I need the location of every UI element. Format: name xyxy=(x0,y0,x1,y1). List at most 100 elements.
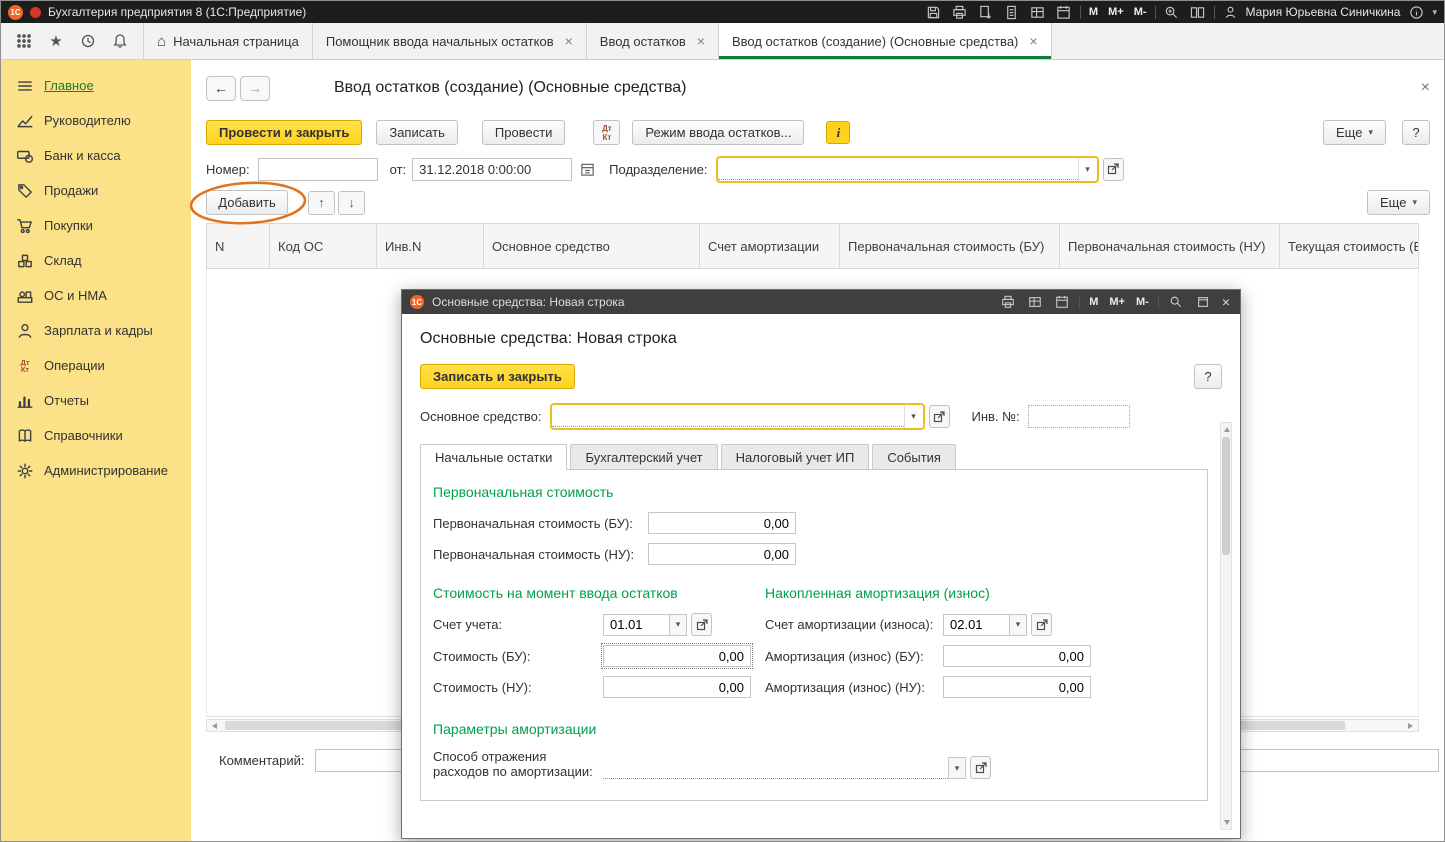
forward-button[interactable]: → xyxy=(240,75,270,101)
sidebar-item-administrirovanie[interactable]: Администрирование xyxy=(1,453,191,488)
zoom-icon[interactable] xyxy=(1162,3,1182,21)
write-button[interactable]: Записать xyxy=(376,120,458,145)
column-header-schet-amortizacii[interactable]: Счет амортизации xyxy=(700,224,840,269)
table-icon[interactable] xyxy=(1025,293,1045,311)
account-input[interactable] xyxy=(603,613,669,636)
tab-balances-entry-create[interactable]: Ввод остатков (создание) (Основные средс… xyxy=(718,23,1052,59)
maximize-icon[interactable] xyxy=(1193,293,1213,311)
department-combo[interactable]: ▾ xyxy=(715,155,1099,183)
asset-input[interactable] xyxy=(551,406,904,427)
history-icon[interactable] xyxy=(75,28,101,54)
dropdown-arrow-icon[interactable]: ▾ xyxy=(948,757,966,779)
scroll-down-icon[interactable] xyxy=(1223,820,1230,825)
scale-m-button[interactable]: M xyxy=(1087,6,1100,18)
sidebar-item-pokupki[interactable]: Покупки xyxy=(1,208,191,243)
dialog-help-button[interactable]: ? xyxy=(1194,364,1222,389)
tab-buhgalterskij-uchet[interactable]: Бухгалтерский учет xyxy=(570,444,718,469)
initial-cost-nu-input[interactable] xyxy=(648,543,796,565)
depreciation-account-input[interactable] xyxy=(943,613,1009,636)
method-open-button[interactable] xyxy=(970,756,991,779)
sidebar-item-operacii[interactable]: Дт Кт Операции xyxy=(1,348,191,383)
date-input[interactable] xyxy=(412,157,573,181)
asset-combo[interactable]: ▾ xyxy=(549,403,925,430)
save-icon[interactable] xyxy=(924,3,944,21)
sidebar-item-zarplata-kadry[interactable]: Зарплата и кадры xyxy=(1,313,191,348)
add-row-button[interactable]: Добавить xyxy=(206,190,288,215)
depreciation-bu-input[interactable] xyxy=(943,645,1091,667)
column-header-kod-os[interactable]: Код ОС xyxy=(270,224,377,269)
vertical-scrollbar[interactable] xyxy=(1220,422,1232,830)
account-open-button[interactable] xyxy=(691,613,712,636)
move-down-button[interactable]: ↓ xyxy=(338,190,365,215)
chevron-down-icon[interactable]: ▾ xyxy=(1432,7,1437,18)
tab-nalogovyj-uchet-ip[interactable]: Налоговый учет ИП xyxy=(720,444,870,469)
scale-m-minus-button[interactable]: M- xyxy=(1132,6,1149,18)
scroll-right-icon[interactable] xyxy=(1408,723,1413,729)
post-and-close-button[interactable]: Провести и закрыть xyxy=(206,120,363,145)
tab-balances-entry[interactable]: Ввод остатков × xyxy=(587,23,719,59)
calendar-icon[interactable] xyxy=(1052,293,1072,311)
depreciation-nu-input[interactable] xyxy=(943,676,1091,698)
sidebar-item-rukovoditelyu[interactable]: Руководителю xyxy=(1,103,191,138)
calendar-picker-icon[interactable] xyxy=(577,159,597,179)
scroll-up-icon[interactable] xyxy=(1223,427,1230,432)
column-header-tekushchaya[interactable]: Текущая стоимость (Б xyxy=(1280,224,1419,269)
tab-close-icon[interactable]: × xyxy=(565,33,573,49)
sidebar-item-spravochniki[interactable]: Справочники xyxy=(1,418,191,453)
back-button[interactable]: ← xyxy=(206,75,236,101)
sidebar-item-otchety[interactable]: Отчеты xyxy=(1,383,191,418)
zoom-icon[interactable] xyxy=(1166,293,1186,311)
dropdown-arrow-icon[interactable]: ▾ xyxy=(903,405,923,428)
scale-m-plus-button[interactable]: M+ xyxy=(1106,6,1126,18)
help-button[interactable]: ? xyxy=(1402,120,1430,145)
tab-home[interactable]: ⌂ Начальная страница xyxy=(143,23,313,59)
column-header-pervonachalnaya-nu[interactable]: Первоначальная стоимость (НУ) xyxy=(1060,224,1280,269)
dropdown-arrow-icon[interactable]: ▾ xyxy=(669,613,687,636)
scale-m-minus-button[interactable]: M- xyxy=(1134,296,1151,308)
tab-opening-balances-assistant[interactable]: Помощник ввода начальных остатков × xyxy=(313,23,587,59)
preview-icon[interactable] xyxy=(1002,3,1022,21)
service-menu-icon[interactable] xyxy=(11,28,37,54)
more-button[interactable]: Еще ▾ xyxy=(1323,120,1386,145)
table-icon[interactable] xyxy=(1028,3,1048,21)
column-header-osnovnoe-sredstvo[interactable]: Основное средство xyxy=(484,224,700,269)
favorites-star-icon[interactable]: ★ xyxy=(43,28,69,54)
number-input[interactable] xyxy=(257,157,378,181)
save-and-close-button[interactable]: Записать и закрыть xyxy=(420,364,575,389)
move-up-button[interactable]: ↑ xyxy=(308,190,335,215)
print-icon[interactable] xyxy=(998,293,1018,311)
calendar-icon[interactable] xyxy=(1054,3,1074,21)
column-header-n[interactable]: N xyxy=(207,224,270,269)
sidebar-item-bank-kassa[interactable]: Банк и касса xyxy=(1,138,191,173)
scale-m-button[interactable]: M xyxy=(1087,296,1100,308)
cost-bu-input[interactable] xyxy=(601,643,753,669)
column-header-inv-n[interactable]: Инв.N xyxy=(377,224,484,269)
notifications-bell-icon[interactable] xyxy=(107,28,133,54)
split-window-icon[interactable] xyxy=(1188,3,1208,21)
department-open-button[interactable] xyxy=(1102,157,1124,181)
depreciation-account-open-button[interactable] xyxy=(1031,613,1052,636)
department-input[interactable] xyxy=(717,158,1078,180)
print-icon[interactable] xyxy=(950,3,970,21)
initial-cost-bu-input[interactable] xyxy=(648,512,796,534)
asset-open-button[interactable] xyxy=(928,405,950,428)
dropdown-arrow-icon[interactable]: ▾ xyxy=(1077,157,1097,181)
sidebar-item-glavnoe[interactable]: Главное xyxy=(1,68,191,103)
column-header-pervonachalnaya-bu[interactable]: Первоначальная стоимость (БУ) xyxy=(840,224,1060,269)
inventory-number-input[interactable] xyxy=(1027,405,1130,428)
info-icon[interactable] xyxy=(1406,3,1426,21)
page-close-icon[interactable]: × xyxy=(1421,79,1430,97)
sidebar-item-os-nma[interactable]: ОС и НМА xyxy=(1,278,191,313)
scrollbar-thumb[interactable] xyxy=(1222,437,1230,555)
tab-close-icon[interactable]: × xyxy=(1029,33,1037,49)
sidebar-item-sklad[interactable]: Склад xyxy=(1,243,191,278)
export-icon[interactable] xyxy=(976,3,996,21)
post-button[interactable]: Провести xyxy=(481,120,566,145)
balances-entry-mode-button[interactable]: Режим ввода остатков... xyxy=(632,120,805,145)
current-user[interactable]: Мария Юрьевна Синичкина xyxy=(1221,3,1400,21)
list-more-button[interactable]: Еще ▾ xyxy=(1367,190,1430,215)
tab-sobytiya[interactable]: События xyxy=(872,444,956,469)
sidebar-item-prodazhi[interactable]: Продажи xyxy=(1,173,191,208)
tab-nachalnye-ostatki[interactable]: Начальные остатки xyxy=(420,444,568,470)
method-input[interactable] xyxy=(603,757,948,779)
